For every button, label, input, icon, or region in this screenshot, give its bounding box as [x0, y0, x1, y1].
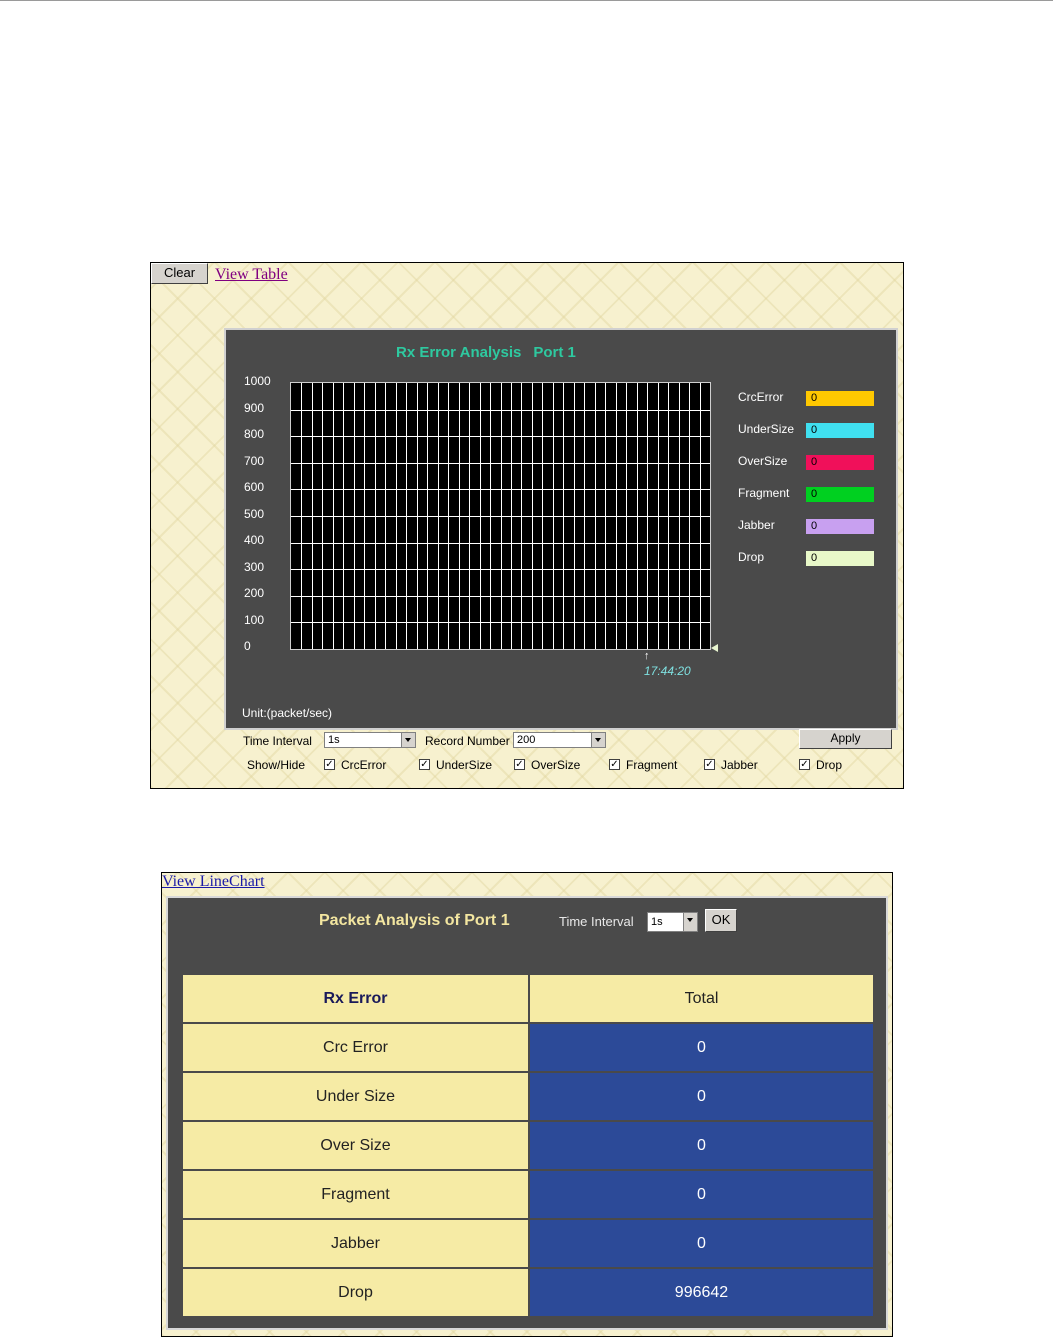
legend-label: UnderSize: [738, 422, 795, 436]
table-row: Jabber 0: [181, 1218, 875, 1269]
row-value: 0: [528, 1169, 875, 1220]
table-panel: View LineChart Packet Analysis of Port 1…: [161, 872, 893, 1337]
view-table-link[interactable]: View Table: [215, 266, 288, 284]
legend-value-box: 0: [806, 551, 874, 566]
grid-line-horizontal: [291, 489, 710, 490]
row-value: 0: [528, 1071, 875, 1122]
time-axis-arrow-icon: [711, 644, 718, 652]
table-row: Drop 996642: [181, 1267, 875, 1318]
row-label: Over Size: [181, 1120, 530, 1171]
row-label: Under Size: [181, 1071, 530, 1122]
chart-area: Rx Error Analysis Port 1 1000 900 800 700 600…: [224, 328, 898, 730]
legend-label: Jabber: [738, 518, 775, 532]
legend-label: OverSize: [738, 454, 788, 468]
row-value: 0: [528, 1218, 875, 1269]
row-label: Drop: [181, 1267, 530, 1318]
checkbox-jabber[interactable]: ✓: [704, 759, 715, 770]
checkbox-label: OverSize: [531, 758, 581, 772]
legend-value-box: 0: [806, 423, 874, 438]
record-number-label: Record Number: [425, 734, 510, 748]
table-row: Under Size 0: [181, 1071, 875, 1122]
time-interval-label: Time Interval: [243, 734, 312, 748]
grid-line-horizontal: [291, 596, 710, 597]
grid-line-horizontal: [291, 436, 710, 437]
record-number-select[interactable]: 200: [513, 732, 606, 748]
time-interval-value: 1s: [651, 916, 663, 928]
chart-title: Rx Error Analysis Port 1: [396, 344, 576, 361]
plot-area: [290, 382, 711, 650]
record-number-value: 200: [517, 734, 536, 746]
y-tick-label: 1000: [244, 374, 271, 388]
legend-value-box: 0: [806, 487, 874, 502]
ok-button[interactable]: OK: [705, 909, 737, 932]
show-hide-label: Show/Hide: [247, 758, 306, 772]
row-label: Fragment: [181, 1169, 530, 1220]
chart-title-text: Rx Error Analysis: [396, 344, 522, 361]
checkbox-label: UnderSize: [436, 758, 493, 772]
checkbox-oversize[interactable]: ✓: [514, 759, 525, 770]
row-label: Crc Error: [181, 1022, 530, 1073]
y-tick-label: 900: [244, 400, 265, 415]
chevron-down-icon[interactable]: [401, 733, 415, 747]
checkbox-label: Fragment: [626, 758, 678, 772]
y-tick-label: 400: [244, 533, 265, 547]
clear-button[interactable]: Clear: [151, 263, 208, 284]
checkbox-drop[interactable]: ✓: [799, 759, 810, 770]
chart-title-port: Port 1: [533, 344, 576, 361]
grid-line-horizontal: [291, 463, 710, 464]
time-interval-select[interactable]: 1s: [647, 912, 698, 932]
packet-analysis-title: Packet Analysis of Port 1: [319, 912, 510, 929]
rx-error-table: Rx Error Total Crc Error 0 Under Size 0 Over…: [181, 973, 875, 1318]
checkbox-crcerror[interactable]: ✓: [324, 759, 335, 770]
legend-value-box: 0: [806, 455, 874, 470]
grid-line-horizontal: [291, 543, 710, 544]
time-interval-label: Time Interval: [559, 914, 634, 929]
legend-value-box: 0: [806, 519, 874, 534]
legend-label: CrcError: [738, 390, 784, 404]
grid-line-horizontal: [291, 622, 710, 623]
unit-label: Unit:(packet/sec): [242, 706, 333, 720]
checkbox-fragment[interactable]: ✓: [609, 759, 620, 770]
checkbox-undersize[interactable]: ✓: [419, 759, 430, 770]
row-value: 0: [528, 1022, 875, 1073]
grid-line-horizontal: [291, 516, 710, 517]
apply-button[interactable]: Apply: [799, 729, 892, 749]
y-tick-label: 300: [244, 559, 265, 574]
time-interval-value: 1s: [328, 734, 340, 746]
row-label: Jabber: [181, 1218, 530, 1269]
column-header-rx-error: Rx Error: [181, 973, 530, 1024]
time-label: 17:44:20: [644, 664, 691, 678]
y-tick-label: 500: [244, 506, 265, 521]
y-tick-label: 600: [244, 480, 265, 494]
top-divider: [0, 0, 1053, 1]
legend-value-box: 0: [806, 391, 874, 406]
table-row: Fragment 0: [181, 1169, 875, 1220]
chevron-down-icon[interactable]: [683, 913, 697, 931]
row-value: 996642: [528, 1267, 875, 1318]
y-tick-label: 700: [244, 453, 265, 468]
packet-analysis-box: Packet Analysis of Port 1 Time Interval …: [166, 896, 888, 1330]
time-interval-select[interactable]: 1s: [324, 732, 416, 748]
column-header-total: Total: [528, 973, 875, 1024]
grid-line-horizontal: [291, 569, 710, 570]
y-tick-label: 0: [244, 639, 251, 653]
row-value: 0: [528, 1120, 875, 1171]
y-tick-label: 200: [244, 586, 265, 600]
view-linechart-link[interactable]: View LineChart: [162, 873, 265, 891]
y-tick-label: 100: [244, 612, 265, 627]
grid-line-horizontal: [291, 410, 710, 411]
y-tick-label: 800: [244, 427, 265, 441]
table-row: Crc Error 0: [181, 1022, 875, 1073]
checkbox-label: Jabber: [721, 758, 758, 772]
line-chart-panel: Clear View Table Rx Error Analysis Port 1…: [150, 262, 904, 789]
checkbox-label: Drop: [816, 758, 843, 772]
table-row: Over Size 0: [181, 1120, 875, 1171]
legend-label: Fragment: [738, 486, 790, 500]
checkbox-label: CrcError: [341, 758, 387, 772]
chevron-down-icon[interactable]: [591, 733, 605, 747]
legend-label: Drop: [738, 550, 765, 564]
table-header-row: Rx Error Total: [181, 973, 875, 1024]
time-marker-icon: ↑: [644, 650, 650, 662]
